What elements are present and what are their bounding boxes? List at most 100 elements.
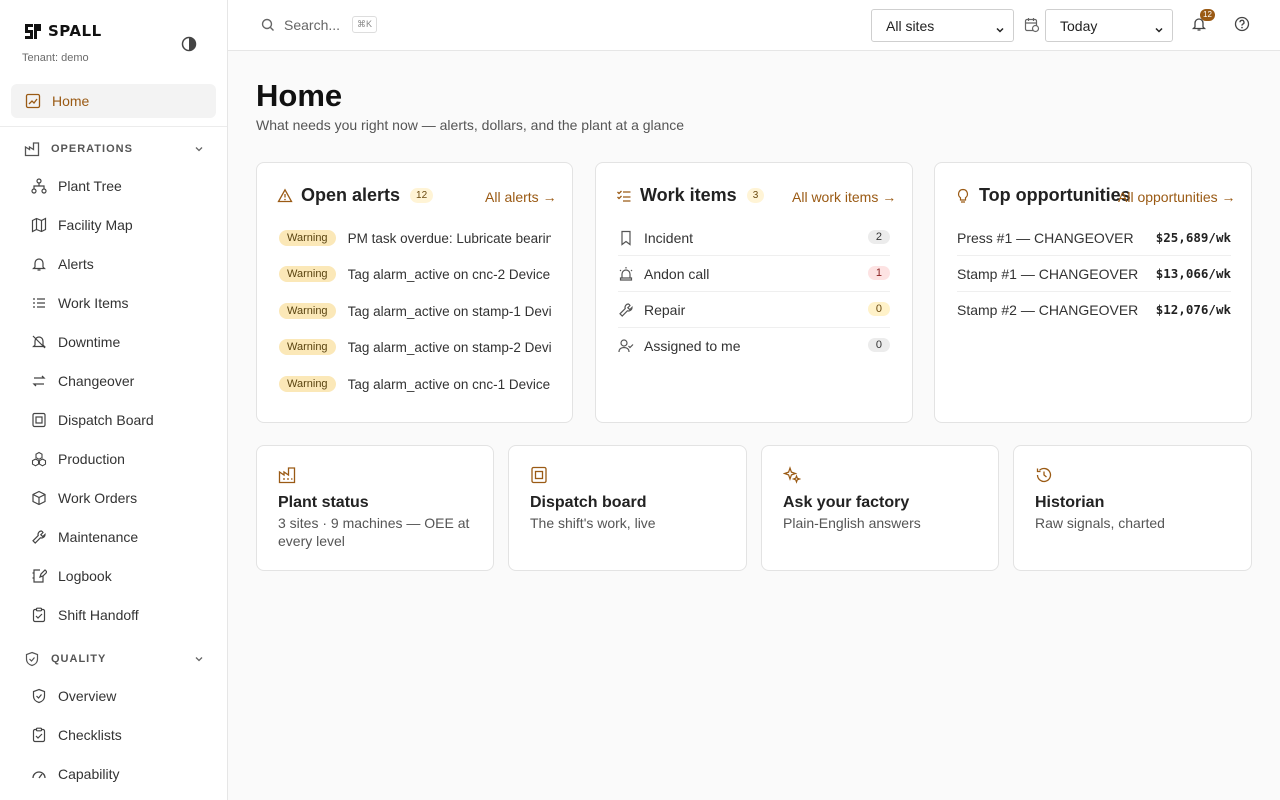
search-placeholder: Search... — [284, 16, 341, 33]
work-item-row-assigned[interactable]: Assigned to me 0 — [618, 328, 890, 364]
sidebar-item-label: Checklists — [58, 727, 122, 743]
work-item-count: 2 — [867, 230, 890, 244]
card-title: Open alerts — [301, 185, 401, 205]
sidebar-item-facility-map[interactable]: Facility Map — [31, 213, 133, 237]
opportunity-row[interactable]: Press #1 — CHANGEOVER $25,689/wk — [957, 220, 1231, 256]
alert-row[interactable]: Warning Tag alarm_active on cnc-2 Device — [279, 265, 551, 283]
alert-text: Tag alarm_active on stamp-2 Device — [347, 339, 551, 355]
sidebar-item-label: Production — [58, 451, 125, 467]
work-item-label: Repair — [644, 301, 686, 318]
sidebar-item-maintenance[interactable]: Maintenance — [31, 525, 138, 549]
alert-text: Tag alarm_active on cnc-1 Device — [347, 376, 551, 392]
clipboard-icon — [31, 607, 47, 623]
plant-status-tile[interactable]: Plant status 3 sites · 9 machines — OEE … — [256, 445, 494, 571]
theme-toggle-icon[interactable] — [180, 35, 198, 53]
divider — [0, 126, 227, 127]
sidebar-item-logbook[interactable]: Logbook — [31, 564, 112, 588]
sidebar-item-capability[interactable]: Capability — [31, 762, 119, 786]
opportunity-value: $25,689/wk — [1155, 230, 1231, 245]
chevron-down-icon — [194, 144, 204, 157]
all-alerts-link[interactable]: All alerts → — [485, 189, 557, 205]
date-range-select[interactable]: Today — [1045, 9, 1173, 42]
list-check-icon — [616, 188, 632, 204]
user-check-icon — [618, 338, 634, 354]
historian-tile[interactable]: Historian Raw signals, charted — [1013, 445, 1252, 571]
work-item-row-repair[interactable]: Repair 0 — [618, 292, 890, 328]
section-operations[interactable]: OPERATIONS — [24, 139, 204, 159]
gauge-icon — [31, 766, 47, 782]
sidebar-item-home[interactable]: Home — [11, 84, 216, 118]
alert-row[interactable]: Warning PM task overdue: Lubricate beari… — [279, 229, 551, 247]
all-opportunities-link[interactable]: All opportunities → — [1118, 189, 1236, 205]
sidebar-item-label: Home — [52, 93, 90, 109]
sparkles-icon — [782, 466, 802, 484]
sidebar-item-alerts[interactable]: Alerts — [31, 252, 94, 276]
work-item-row-andon[interactable]: Andon call 1 — [618, 256, 890, 292]
search-trigger[interactable]: Search... ⌘K — [260, 16, 378, 33]
sidebar-item-overview[interactable]: Overview — [31, 684, 116, 708]
work-item-row-incident[interactable]: Incident 2 — [618, 220, 890, 256]
work-item-label: Incident — [644, 229, 694, 246]
card-title: Top opportunities — [979, 185, 1131, 205]
siren-icon — [618, 266, 634, 282]
work-item-count: 0 — [867, 302, 890, 316]
sidebar-item-plant-tree[interactable]: Plant Tree — [31, 174, 122, 198]
section-label: OPERATIONS — [51, 143, 133, 155]
map-icon — [31, 217, 47, 233]
sidebar-item-shift-handoff[interactable]: Shift Handoff — [31, 603, 139, 627]
sidebar-item-work-items[interactable]: Work Items — [31, 291, 129, 315]
help-icon[interactable] — [1234, 16, 1250, 32]
swap-icon — [31, 373, 47, 389]
all-work-items-link[interactable]: All work items → — [792, 189, 896, 205]
alert-text: PM task overdue: Lubricate bearings — [347, 230, 551, 246]
severity-badge: Warning — [279, 230, 336, 246]
open-alerts-header: Open alerts 12 — [277, 185, 434, 206]
severity-badge: Warning — [279, 266, 336, 282]
search-icon — [260, 17, 276, 33]
alert-text: Tag alarm_active on stamp-1 Device — [347, 303, 551, 319]
open-alerts-card: Open alerts 12 All alerts → Warning PM t… — [256, 162, 573, 423]
sidebar-item-dispatch-board[interactable]: Dispatch Board — [31, 408, 154, 432]
dispatch-board-tile[interactable]: Dispatch board The shift's work, live — [508, 445, 747, 571]
board-icon — [31, 412, 47, 428]
sidebar-item-downtime[interactable]: Downtime — [31, 330, 120, 354]
brand-logo[interactable]: SPALL — [24, 22, 102, 40]
chevron-down-icon — [1154, 22, 1164, 38]
opportunity-row[interactable]: Stamp #1 — CHANGEOVER $13,066/wk — [957, 256, 1231, 292]
top-bar: Search... ⌘K All sites Today 12 — [228, 0, 1280, 51]
alert-row[interactable]: Warning Tag alarm_active on cnc-1 Device — [279, 375, 551, 393]
sidebar-item-label: Facility Map — [58, 217, 133, 233]
notification-count-badge: 12 — [1200, 9, 1215, 21]
chevron-down-icon — [194, 654, 204, 667]
sidebar-item-label: Plant Tree — [58, 178, 122, 194]
tile-title: Dispatch board — [530, 494, 647, 511]
factory-icon — [278, 466, 296, 484]
tile-title: Ask your factory — [783, 494, 910, 511]
sidebar-item-label: Logbook — [58, 568, 112, 584]
calendar-clock-icon — [1024, 17, 1040, 33]
severity-badge: Warning — [279, 376, 336, 392]
sidebar-item-work-orders[interactable]: Work Orders — [31, 486, 137, 510]
sidebar-item-label: Dispatch Board — [58, 412, 154, 428]
top-opportunities-header: Top opportunities — [955, 185, 1131, 206]
section-quality[interactable]: QUALITY — [24, 649, 204, 669]
work-items-card: Work items 3 All work items → Incident 2… — [595, 162, 913, 423]
wrench-icon — [31, 529, 47, 545]
sidebar-item-label: Maintenance — [58, 529, 139, 545]
tile-title: Plant status — [278, 494, 369, 511]
site-select[interactable]: All sites — [871, 9, 1014, 42]
cube-icon — [31, 490, 47, 506]
wrench-icon — [618, 302, 634, 318]
tile-subtitle: Plain-English answers — [783, 515, 921, 531]
tenant-label: Tenant: demo — [22, 52, 89, 64]
section-label: QUALITY — [51, 653, 107, 665]
ask-factory-tile[interactable]: Ask your factory Plain-English answers — [761, 445, 999, 571]
sidebar-item-changeover[interactable]: Changeover — [31, 369, 134, 393]
sidebar-item-checklists[interactable]: Checklists — [31, 723, 122, 747]
alert-row[interactable]: Warning Tag alarm_active on stamp-2 Devi… — [279, 338, 551, 356]
sidebar-item-label: Work Items — [58, 295, 129, 311]
opportunity-row[interactable]: Stamp #2 — CHANGEOVER $12,076/wk — [957, 292, 1231, 328]
sidebar-item-production[interactable]: Production — [31, 447, 125, 471]
logo-mark-icon — [24, 22, 42, 40]
alert-row[interactable]: Warning Tag alarm_active on stamp-1 Devi… — [279, 302, 551, 320]
